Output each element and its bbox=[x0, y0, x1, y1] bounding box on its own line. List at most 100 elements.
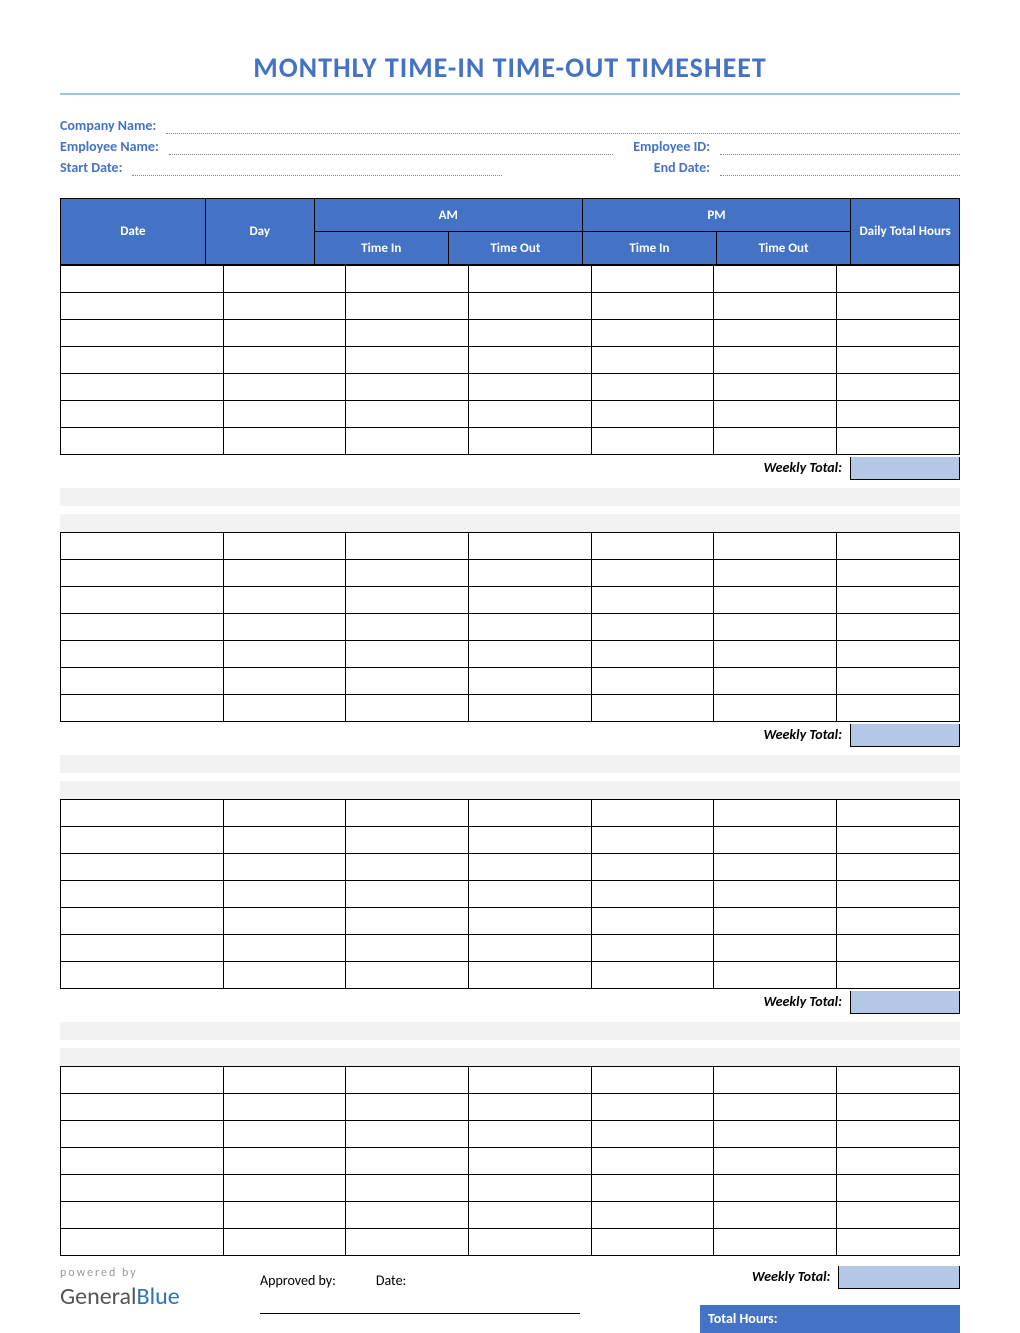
cell[interactable] bbox=[591, 1148, 714, 1175]
cell[interactable] bbox=[714, 962, 837, 989]
cell[interactable] bbox=[61, 347, 224, 374]
cell[interactable] bbox=[61, 1148, 224, 1175]
cell[interactable] bbox=[469, 962, 592, 989]
cell[interactable] bbox=[837, 935, 960, 962]
cell[interactable] bbox=[591, 827, 714, 854]
cell[interactable] bbox=[346, 428, 469, 455]
weekly-total-box[interactable] bbox=[850, 724, 960, 747]
cell[interactable] bbox=[837, 266, 960, 293]
cell[interactable] bbox=[223, 266, 346, 293]
cell[interactable] bbox=[837, 1094, 960, 1121]
cell[interactable] bbox=[714, 1121, 837, 1148]
cell[interactable] bbox=[837, 1229, 960, 1256]
cell[interactable] bbox=[61, 827, 224, 854]
cell[interactable] bbox=[346, 293, 469, 320]
cell[interactable] bbox=[714, 587, 837, 614]
cell[interactable] bbox=[469, 881, 592, 908]
cell[interactable] bbox=[223, 1148, 346, 1175]
cell[interactable] bbox=[469, 533, 592, 560]
cell[interactable] bbox=[469, 668, 592, 695]
cell[interactable] bbox=[223, 533, 346, 560]
cell[interactable] bbox=[714, 614, 837, 641]
cell[interactable] bbox=[591, 935, 714, 962]
cell[interactable] bbox=[61, 560, 224, 587]
cell[interactable] bbox=[346, 320, 469, 347]
cell[interactable] bbox=[223, 560, 346, 587]
cell[interactable] bbox=[223, 347, 346, 374]
cell[interactable] bbox=[223, 1067, 346, 1094]
cell[interactable] bbox=[469, 266, 592, 293]
cell[interactable] bbox=[346, 533, 469, 560]
cell[interactable] bbox=[469, 1175, 592, 1202]
cell[interactable] bbox=[61, 908, 224, 935]
cell[interactable] bbox=[223, 587, 346, 614]
cell[interactable] bbox=[61, 374, 224, 401]
cell[interactable] bbox=[469, 401, 592, 428]
cell[interactable] bbox=[61, 1094, 224, 1121]
cell[interactable] bbox=[469, 935, 592, 962]
cell[interactable] bbox=[837, 533, 960, 560]
cell[interactable] bbox=[591, 1067, 714, 1094]
cell[interactable] bbox=[591, 560, 714, 587]
cell[interactable] bbox=[346, 401, 469, 428]
cell[interactable] bbox=[714, 320, 837, 347]
cell[interactable] bbox=[469, 1202, 592, 1229]
cell[interactable] bbox=[714, 695, 837, 722]
cell[interactable] bbox=[714, 533, 837, 560]
cell[interactable] bbox=[837, 428, 960, 455]
cell[interactable] bbox=[714, 266, 837, 293]
cell[interactable] bbox=[591, 320, 714, 347]
cell[interactable] bbox=[346, 695, 469, 722]
cell[interactable] bbox=[469, 827, 592, 854]
cell[interactable] bbox=[591, 1202, 714, 1229]
cell[interactable] bbox=[346, 962, 469, 989]
cell[interactable] bbox=[61, 668, 224, 695]
cell[interactable] bbox=[223, 827, 346, 854]
cell[interactable] bbox=[837, 560, 960, 587]
cell[interactable] bbox=[837, 641, 960, 668]
cell[interactable] bbox=[837, 800, 960, 827]
cell[interactable] bbox=[223, 401, 346, 428]
total-hours-box[interactable] bbox=[840, 1305, 960, 1333]
cell[interactable] bbox=[469, 560, 592, 587]
cell[interactable] bbox=[223, 614, 346, 641]
cell[interactable] bbox=[61, 587, 224, 614]
cell[interactable] bbox=[223, 320, 346, 347]
cell[interactable] bbox=[591, 533, 714, 560]
cell[interactable] bbox=[61, 962, 224, 989]
cell[interactable] bbox=[346, 266, 469, 293]
cell[interactable] bbox=[469, 800, 592, 827]
cell[interactable] bbox=[591, 614, 714, 641]
cell[interactable] bbox=[591, 293, 714, 320]
cell[interactable] bbox=[346, 854, 469, 881]
cell[interactable] bbox=[591, 266, 714, 293]
cell[interactable] bbox=[469, 347, 592, 374]
cell[interactable] bbox=[61, 428, 224, 455]
cell[interactable] bbox=[837, 827, 960, 854]
cell[interactable] bbox=[714, 293, 837, 320]
cell[interactable] bbox=[469, 908, 592, 935]
cell[interactable] bbox=[61, 800, 224, 827]
cell[interactable] bbox=[61, 1121, 224, 1148]
cell[interactable] bbox=[714, 428, 837, 455]
cell[interactable] bbox=[346, 935, 469, 962]
cell[interactable] bbox=[837, 374, 960, 401]
cell[interactable] bbox=[714, 800, 837, 827]
cell[interactable] bbox=[591, 1094, 714, 1121]
cell[interactable] bbox=[346, 800, 469, 827]
cell[interactable] bbox=[346, 374, 469, 401]
employee-id-field[interactable] bbox=[720, 138, 960, 155]
cell[interactable] bbox=[346, 827, 469, 854]
cell[interactable] bbox=[61, 641, 224, 668]
weekly-total-box[interactable] bbox=[850, 457, 960, 480]
cell[interactable] bbox=[223, 668, 346, 695]
cell[interactable] bbox=[346, 1175, 469, 1202]
cell[interactable] bbox=[714, 560, 837, 587]
cell[interactable] bbox=[469, 614, 592, 641]
cell[interactable] bbox=[346, 1067, 469, 1094]
cell[interactable] bbox=[591, 854, 714, 881]
cell[interactable] bbox=[61, 1202, 224, 1229]
cell[interactable] bbox=[61, 935, 224, 962]
weekly-total-box[interactable] bbox=[838, 1266, 960, 1289]
cell[interactable] bbox=[837, 881, 960, 908]
